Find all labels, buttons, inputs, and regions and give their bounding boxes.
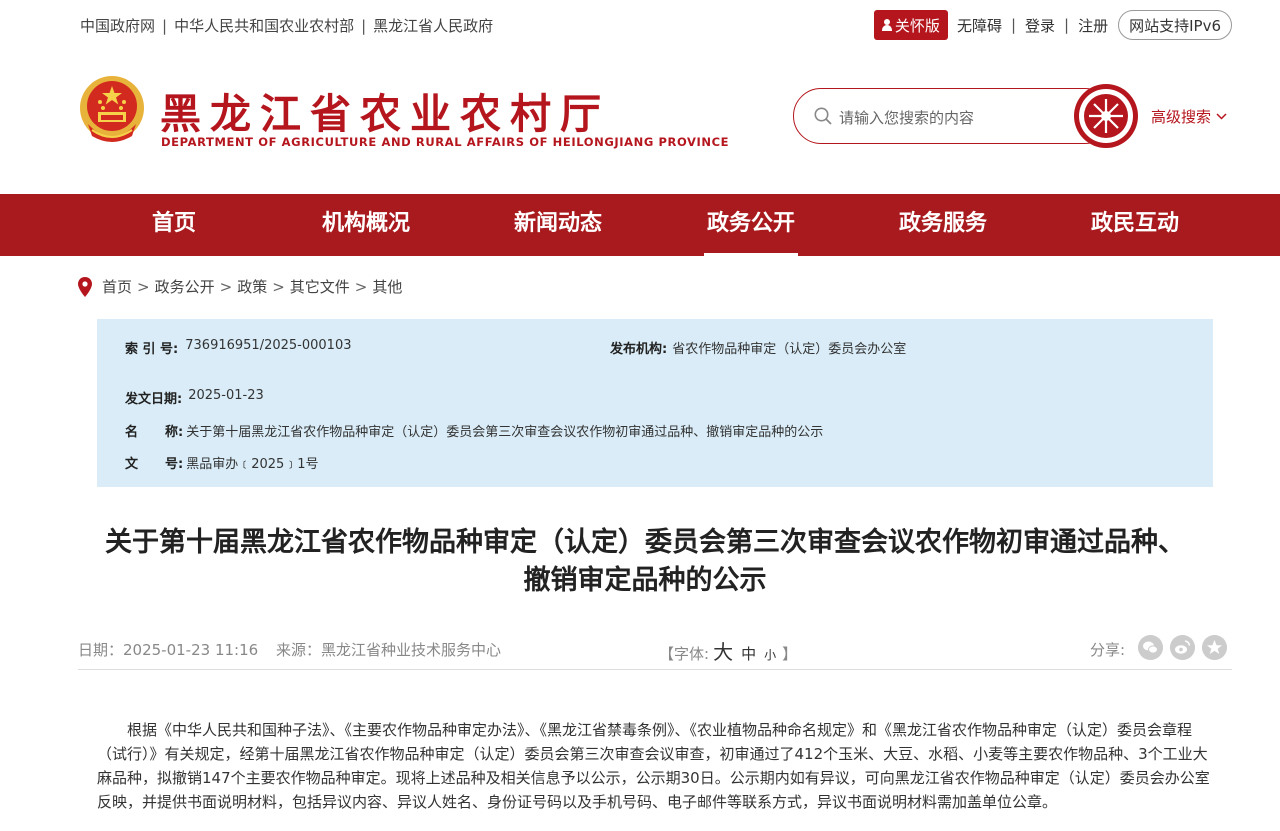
divider: | xyxy=(1064,16,1070,34)
nav-about[interactable]: 机构概况 xyxy=(319,194,413,256)
share-label: 分享: xyxy=(1090,641,1126,659)
article-date: 日期：2025-01-23 11:16 xyxy=(78,641,259,659)
font-size-controls: 【字体: 大 中 小 】 xyxy=(659,636,797,665)
meta-index: 索 引 号: 736916951/2025-000103 xyxy=(125,338,352,357)
breadcrumb-other[interactable]: 其他 xyxy=(372,276,402,297)
site-title: 黑龙江省农业农村厅 xyxy=(160,90,610,138)
font-size-label-close: 】 xyxy=(782,645,798,663)
font-size-label: 【字体: xyxy=(659,645,710,663)
ipv6-badge: 网站支持IPv6 xyxy=(1118,10,1232,40)
meta-doc-value: 黑品审办﹝2025﹞1号 xyxy=(186,457,319,472)
nav-gov-affairs[interactable]: 政务公开 xyxy=(704,194,798,256)
wechat-share-icon[interactable] xyxy=(1138,635,1163,660)
link-hlj-gov[interactable]: 黑龙江省人民政府 xyxy=(373,15,493,36)
care-mode-button[interactable]: 关怀版 xyxy=(873,10,948,40)
register-link[interactable]: 注册 xyxy=(1078,15,1108,36)
weibo-share-icon[interactable] xyxy=(1170,635,1195,660)
breadcrumb-separator: > xyxy=(219,277,233,296)
meta-doc-label-b: 号: xyxy=(165,457,184,472)
meta-name: 名 称: 关于第十届黑龙江省农作物品种审定（认定）委员会第三次审查会议农作物初审… xyxy=(125,421,823,440)
meta-date-label: 发文日期: xyxy=(125,392,183,407)
person-icon xyxy=(881,19,892,31)
meta-index-value: 736916951/2025-000103 xyxy=(185,338,352,353)
nav-news[interactable]: 新闻动态 xyxy=(511,194,605,256)
advanced-search-link[interactable]: 高级搜索 xyxy=(1151,106,1227,127)
meta-org-value: 省农作物品种审定（认定）委员会办公室 xyxy=(672,342,907,357)
divider: | xyxy=(162,16,168,35)
article-source: 来源：黑龙江省种业技术服务中心 xyxy=(276,641,502,659)
search-button[interactable] xyxy=(1073,83,1139,149)
favorite-star-icon[interactable] xyxy=(1202,635,1227,660)
nav-home[interactable]: 首页 xyxy=(150,194,198,256)
breadcrumb-home[interactable]: 首页 xyxy=(102,276,132,297)
breadcrumb-other-docs[interactable]: 其它文件 xyxy=(290,276,350,297)
accessibility-link[interactable]: 无障碍 xyxy=(957,15,1002,36)
meta-name-label-a: 名 xyxy=(125,425,139,440)
font-large-button[interactable]: 大 xyxy=(713,636,733,665)
user-links: 关怀版 无障碍 | 登录 | 注册 网站支持IPv6 xyxy=(873,10,1232,40)
breadcrumb-separator: > xyxy=(354,277,368,296)
main-nav: 首页 机构概况 新闻动态 政务公开 政务服务 政民互动 xyxy=(0,194,1280,256)
search-icon xyxy=(814,107,832,125)
meta-name-value: 关于第十届黑龙江省农作物品种审定（认定）委员会第三次审查会议农作物初审通过品种、… xyxy=(186,425,824,440)
breadcrumb-policy[interactable]: 政策 xyxy=(237,276,267,297)
link-gov-cn[interactable]: 中国政府网 xyxy=(80,15,155,36)
login-link[interactable]: 登录 xyxy=(1025,15,1055,36)
article-title-line: 撤销审定品种的公示 xyxy=(523,565,767,596)
meta-doc-label-a: 文 xyxy=(125,457,139,472)
top-bar: 中国政府网 | 中华人民共和国农业农村部 | 黑龙江省人民政府 关怀版 无障碍 … xyxy=(0,0,1280,50)
document-metadata: 索 引 号: 736916951/2025-000103 发布机构: 省农作物品… xyxy=(97,319,1213,487)
care-mode-label: 关怀版 xyxy=(894,16,940,35)
meta-org-label: 发布机构: xyxy=(610,342,668,357)
font-small-button[interactable]: 小 xyxy=(764,646,776,663)
article-title-line: 关于第十届黑龙江省农作物品种审定（认定）委员会第三次审查会议农作物初审通过品种、 xyxy=(105,527,1185,558)
breadcrumb: 首页 > 政务公开 > 政策 > 其它文件 > 其他 xyxy=(78,276,402,297)
font-medium-button[interactable]: 中 xyxy=(741,643,756,664)
site-subtitle: DEPARTMENT OF AGRICULTURE AND RURAL AFFA… xyxy=(161,135,730,149)
location-pin-icon xyxy=(78,276,92,297)
article-info-bar: 日期：2025-01-23 11:16 来源：黑龙江省种业技术服务中心 【字体:… xyxy=(78,628,1232,670)
divider: | xyxy=(361,16,367,35)
article-title: 关于第十届黑龙江省农作物品种审定（认定）委员会第三次审查会议农作物初审通过品种、… xyxy=(70,524,1220,600)
external-links: 中国政府网 | 中华人民共和国农业农村部 | 黑龙江省人民政府 xyxy=(80,15,493,36)
site-header: 黑龙江省农业农村厅 DEPARTMENT OF AGRICULTURE AND … xyxy=(0,50,1280,194)
chevron-down-icon xyxy=(1216,113,1227,120)
search-input[interactable]: 请输入您搜索的内容 xyxy=(839,107,974,128)
meta-doc-number: 文 号: 黑品审办﹝2025﹞1号 xyxy=(125,453,319,472)
national-emblem-logo xyxy=(80,76,144,142)
advanced-search-label: 高级搜索 xyxy=(1151,108,1212,126)
breadcrumb-gov-affairs[interactable]: 政务公开 xyxy=(155,276,215,297)
nav-gov-services[interactable]: 政务服务 xyxy=(896,194,990,256)
nav-interaction[interactable]: 政民互动 xyxy=(1088,194,1182,256)
meta-name-label-b: 称: xyxy=(165,425,184,440)
search-box[interactable]: 请输入您搜索的内容 xyxy=(793,88,1113,144)
meta-date: 发文日期: 2025-01-23 xyxy=(125,388,264,407)
meta-org: 发布机构: 省农作物品种审定（认定）委员会办公室 xyxy=(610,338,906,357)
meta-index-label: 索 引 号: xyxy=(125,342,179,357)
divider: | xyxy=(1010,16,1017,34)
breadcrumb-separator: > xyxy=(272,277,285,296)
meta-date-value: 2025-01-23 xyxy=(188,388,264,403)
breadcrumb-separator: > xyxy=(137,277,150,296)
article-body: 根据《中华人民共和国种子法》、《主要农作物品种审定办法》、《黑龙江省禁毒条例》、… xyxy=(97,721,1210,811)
link-moa[interactable]: 中华人民共和国农业农村部 xyxy=(174,15,354,36)
